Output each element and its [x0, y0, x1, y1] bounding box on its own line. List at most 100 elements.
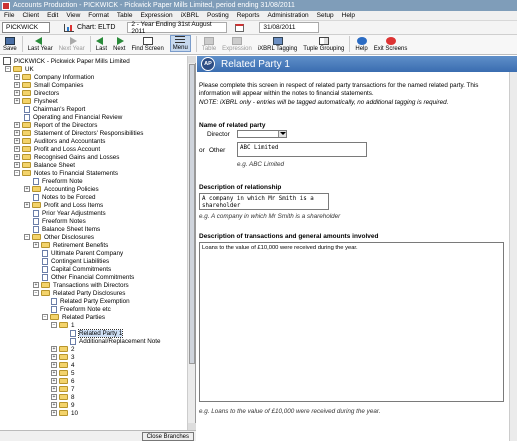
- menu-button[interactable]: Menu: [169, 35, 191, 52]
- close-branches-button[interactable]: Close Branches: [141, 432, 194, 441]
- menu-help[interactable]: Help: [342, 12, 355, 19]
- tree-node[interactable]: + Auditors and Accountants: [14, 137, 105, 145]
- tree-node[interactable]: + Flysheet: [14, 97, 58, 105]
- date-selector[interactable]: [235, 23, 247, 32]
- tree-leaf[interactable]: Ultimate Parent Company: [42, 249, 123, 257]
- find-screen-button[interactable]: Find Screen: [131, 37, 164, 52]
- expand-icon[interactable]: +: [51, 354, 57, 360]
- relationship-input[interactable]: A company in which Mr Smith is a shareho…: [199, 193, 329, 210]
- other-name-input[interactable]: ABC Limited: [237, 142, 367, 157]
- chevron-down-icon[interactable]: [278, 131, 286, 137]
- tree-node[interactable]: + Profit and Loss Account: [14, 145, 100, 153]
- tree-node[interactable]: + Profit and Loss Items: [24, 201, 103, 209]
- menu-file[interactable]: File: [4, 12, 14, 19]
- expand-icon[interactable]: +: [51, 386, 57, 392]
- transactions-input[interactable]: Loans to the value of £10,000 were recei…: [199, 242, 504, 402]
- expand-icon[interactable]: +: [24, 186, 30, 192]
- scroll-down-icon[interactable]: [188, 423, 196, 430]
- save-button[interactable]: Save: [3, 37, 17, 52]
- tree-leaf[interactable]: Capital Commitments: [42, 265, 111, 273]
- scroll-up-icon[interactable]: [188, 56, 196, 63]
- expand-icon[interactable]: +: [14, 130, 20, 136]
- tree-leaf[interactable]: Balance Sheet Items: [33, 225, 100, 233]
- tree-leaf[interactable]: Prior Year Adjustments: [33, 209, 106, 217]
- ixbrl-tagging-button[interactable]: iXBRL Tagging: [258, 37, 297, 52]
- tree-node[interactable]: −1: [51, 321, 75, 329]
- exit-screens-button[interactable]: Exit Screens: [374, 37, 407, 52]
- expand-icon[interactable]: +: [51, 370, 57, 376]
- content-scrollbar[interactable]: [509, 72, 517, 441]
- help-button[interactable]: Help: [355, 37, 368, 52]
- expand-icon[interactable]: +: [14, 122, 20, 128]
- menu-ixbrl[interactable]: iXBRL: [181, 12, 199, 19]
- tree-leaf[interactable]: Freeform Note etc: [51, 305, 111, 313]
- director-dropdown[interactable]: [237, 130, 287, 138]
- menu-reports[interactable]: Reports: [237, 12, 260, 19]
- menu-format[interactable]: Format: [88, 12, 109, 19]
- collapse-icon[interactable]: −: [33, 290, 39, 296]
- expand-icon[interactable]: +: [14, 162, 20, 168]
- expand-icon[interactable]: +: [14, 138, 20, 144]
- tree-leaf[interactable]: Freeform Note: [33, 177, 83, 185]
- tree-node[interactable]: − Other Disclosures: [24, 233, 94, 241]
- period-selector[interactable]: 2 - Year Ending 31st August 2011: [127, 21, 228, 35]
- expand-icon[interactable]: +: [33, 242, 39, 248]
- tree-node[interactable]: + Small Companies: [14, 81, 83, 89]
- menu-client[interactable]: Client: [22, 12, 39, 19]
- tree-node[interactable]: − UK: [5, 65, 34, 73]
- tree-node[interactable]: + Transactions with Directors: [33, 281, 129, 289]
- tree-node[interactable]: + Statement of Directors' Responsibilitie…: [14, 129, 143, 137]
- tree-leaf[interactable]: Notes to be Forced: [33, 193, 96, 201]
- tree-scrollbar[interactable]: [187, 56, 196, 430]
- tree-node[interactable]: +5: [51, 369, 75, 377]
- collapse-icon[interactable]: −: [24, 234, 30, 240]
- scroll-thumb[interactable]: [189, 64, 195, 364]
- menu-edit[interactable]: Edit: [47, 12, 58, 19]
- expand-icon[interactable]: +: [14, 98, 20, 104]
- tree-node[interactable]: + Report of the Directors: [14, 121, 97, 129]
- expand-icon[interactable]: +: [51, 402, 57, 408]
- tree-leaf[interactable]: Chairman's Report: [24, 105, 85, 113]
- tree-node[interactable]: +8: [51, 393, 75, 401]
- last-year-button[interactable]: Last Year: [28, 37, 53, 52]
- tree-node[interactable]: + Recognised Gains and Losses: [14, 153, 119, 161]
- chart-selector[interactable]: Chart: ELTD: [64, 23, 115, 32]
- tree-leaf[interactable]: Operating and Financial Review: [24, 113, 122, 121]
- tree-node[interactable]: + Directors: [14, 89, 59, 97]
- tree-node[interactable]: +9: [51, 401, 75, 409]
- collapse-icon[interactable]: −: [42, 314, 48, 320]
- expand-icon[interactable]: +: [14, 90, 20, 96]
- tree-leaf[interactable]: Contingent Liabilities: [42, 257, 109, 265]
- tree-node[interactable]: +6: [51, 377, 75, 385]
- expand-icon[interactable]: +: [51, 410, 57, 416]
- tree-leaf-selected[interactable]: Related Party 1: [70, 328, 124, 338]
- expand-icon[interactable]: +: [51, 346, 57, 352]
- last-button[interactable]: Last: [96, 37, 107, 52]
- collapse-icon[interactable]: −: [14, 170, 20, 176]
- menu-posting[interactable]: Posting: [207, 12, 229, 19]
- next-button[interactable]: Next: [113, 37, 125, 52]
- expand-icon[interactable]: +: [51, 394, 57, 400]
- expand-icon[interactable]: +: [24, 202, 30, 208]
- menu-setup[interactable]: Setup: [317, 12, 334, 19]
- collapse-icon[interactable]: −: [51, 322, 57, 328]
- expand-icon[interactable]: +: [33, 282, 39, 288]
- tree-leaf[interactable]: Other Financial Commitments: [42, 273, 134, 281]
- tree-node[interactable]: +7: [51, 385, 75, 393]
- expand-icon[interactable]: +: [14, 82, 20, 88]
- tree-node[interactable]: + Company Information: [14, 73, 94, 81]
- menu-administration[interactable]: Administration: [267, 12, 308, 19]
- tree-root[interactable]: PICKWICK - Pickwick Paper Mills Limited: [3, 57, 130, 65]
- expand-icon[interactable]: +: [51, 378, 57, 384]
- tree-node[interactable]: +10: [51, 409, 78, 417]
- tree-node[interactable]: + Accounting Policies: [24, 185, 99, 193]
- tree-node[interactable]: + Balance Sheet: [14, 161, 75, 169]
- tree-node[interactable]: +3: [51, 353, 75, 361]
- tree-node[interactable]: +2: [51, 345, 75, 353]
- expand-icon[interactable]: +: [14, 146, 20, 152]
- tree-leaf[interactable]: Freeform Notes: [33, 217, 86, 225]
- tree-node[interactable]: + Retirement Benefits: [33, 241, 108, 249]
- expression-button[interactable]: Expression: [222, 37, 252, 52]
- tree-node[interactable]: +4: [51, 361, 75, 369]
- expand-icon[interactable]: +: [14, 154, 20, 160]
